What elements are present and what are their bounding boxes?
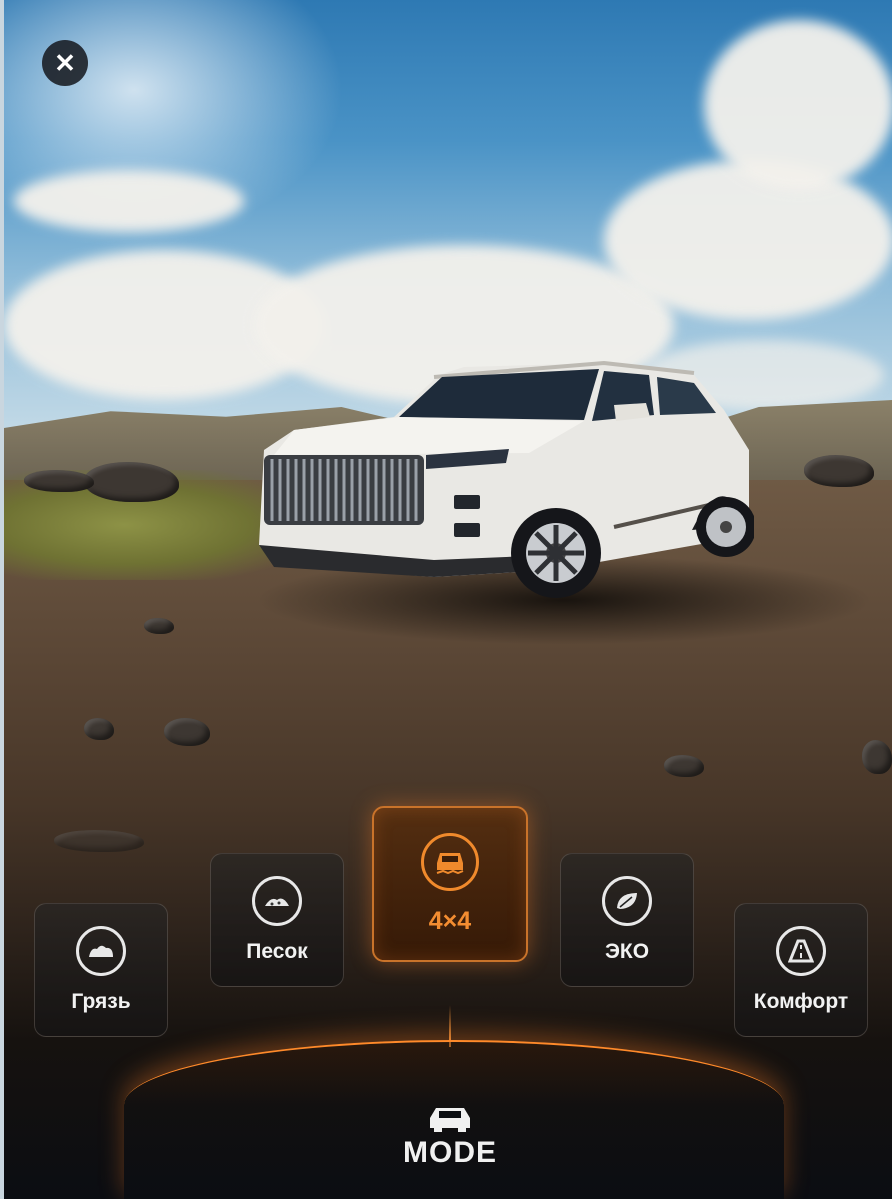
rock xyxy=(144,618,174,634)
mode-label: Комфорт xyxy=(753,990,849,1013)
close-button[interactable]: ✕ xyxy=(42,40,88,86)
rock xyxy=(862,740,892,774)
sand-icon xyxy=(252,876,302,926)
mode-tile-sand[interactable]: Песок xyxy=(210,853,344,987)
suv-image xyxy=(254,355,754,625)
rock xyxy=(84,718,114,740)
mode-label: 4×4 xyxy=(428,906,472,935)
mode-tile-eco[interactable]: ЭКО xyxy=(560,853,694,987)
rock xyxy=(84,462,179,502)
mode-label: ЭКО xyxy=(604,940,650,963)
rock xyxy=(54,830,144,852)
eco-leaf-icon xyxy=(602,876,652,926)
mode-tile-4x4[interactable]: 4×4 xyxy=(372,806,528,962)
rock xyxy=(164,718,210,746)
mode-button[interactable]: MODE xyxy=(4,1136,892,1170)
cloud xyxy=(704,20,892,190)
mud-icon xyxy=(76,926,126,976)
offroad-car-icon xyxy=(421,832,479,891)
mode-label: Песок xyxy=(246,940,308,963)
rock xyxy=(804,455,874,487)
road-icon xyxy=(776,926,826,976)
close-icon: ✕ xyxy=(54,48,76,78)
mode-tile-comfort[interactable]: Комфорт xyxy=(734,903,868,1037)
mode-tile-mud[interactable]: Грязь xyxy=(34,903,168,1037)
drive-mode-screen: ✕ Грязь Песок 4×4 ЭКО Комфорт MODE xyxy=(0,0,892,1199)
cloud xyxy=(14,170,244,232)
rock xyxy=(24,470,94,492)
cloud xyxy=(604,160,892,320)
car-icon xyxy=(426,1104,474,1137)
rock xyxy=(664,755,704,777)
mode-label: Грязь xyxy=(71,990,131,1013)
